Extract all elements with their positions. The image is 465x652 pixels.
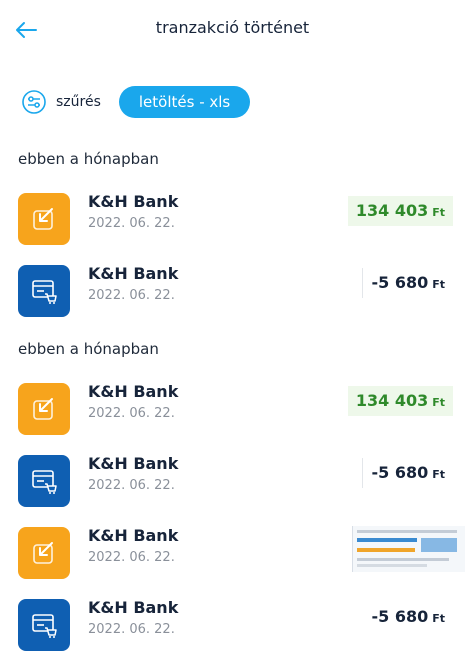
transaction-row[interactable]: K&H Bank 2022. 06. 22. -5 680 Ft (0, 594, 465, 652)
amount: 134 403 Ft (347, 386, 453, 416)
amount-value: -5 680 (371, 607, 429, 626)
amount-value: -5 680 (371, 463, 429, 482)
transaction-date: 2022. 06. 22. (88, 478, 175, 493)
toolbar: szűrés letöltés - xls (22, 86, 251, 118)
amount: -5 680 Ft (362, 458, 453, 488)
transaction-tile (18, 193, 70, 245)
transaction-date: 2022. 06. 22. (88, 622, 175, 637)
card-cart-icon (32, 614, 57, 638)
transaction-tile (18, 599, 70, 651)
transaction-row[interactable]: K&H Bank 2022. 06. 22. -5 680 Ft (0, 260, 465, 318)
amount-value: -5 680 (371, 273, 429, 292)
transaction-row[interactable]: K&H Bank 2022. 06. 22. 134 403 Ft (0, 188, 465, 246)
merchant-name: K&H Bank (88, 382, 179, 401)
transaction-date: 2022. 06. 22. (88, 406, 175, 421)
filter-label: szűrés (56, 94, 101, 110)
transaction-tile (18, 527, 70, 579)
amount: 134 403 Ft (347, 196, 453, 226)
merchant-name: K&H Bank (88, 264, 179, 283)
section-title: ebben a hónapban (18, 150, 159, 168)
amount-currency: Ft (432, 468, 445, 481)
transaction-tile (18, 265, 70, 317)
amount-currency: Ft (432, 278, 445, 291)
transaction-date: 2022. 06. 22. (88, 216, 175, 231)
amount-currency: Ft (432, 612, 445, 625)
transaction-row[interactable]: K&H Bank 2022. 06. 22. -5 680 Ft (0, 450, 465, 508)
arrow-in-icon (33, 398, 53, 420)
header-bar: tranzakció történet (0, 0, 465, 58)
amount-badge: -5 680 Ft (362, 458, 453, 488)
receipt-thumbnail[interactable] (352, 526, 465, 572)
amount: -5 680 Ft (362, 268, 453, 298)
amount-badge: 134 403 Ft (347, 386, 453, 416)
sliders-icon (22, 90, 46, 114)
download-xls-button[interactable]: letöltés - xls (118, 86, 251, 118)
card-cart-icon (32, 470, 57, 494)
merchant-name: K&H Bank (88, 192, 179, 211)
merchant-name: K&H Bank (88, 526, 179, 545)
amount-badge: -5 680 Ft (363, 602, 453, 632)
amount-currency: Ft (432, 206, 445, 219)
amount-badge: -5 680 Ft (362, 268, 453, 298)
card-cart-icon (32, 280, 57, 304)
section-title: ebben a hónapban (18, 340, 159, 358)
amount: -5 680 Ft (363, 602, 453, 632)
amount-badge: 134 403 Ft (347, 196, 453, 226)
arrow-in-icon (33, 542, 53, 564)
transaction-date: 2022. 06. 22. (88, 288, 175, 303)
transaction-tile (18, 383, 70, 435)
arrow-in-icon (33, 208, 53, 230)
transaction-date: 2022. 06. 22. (88, 550, 175, 565)
amount-value: 134 403 (355, 391, 429, 410)
merchant-name: K&H Bank (88, 454, 179, 473)
merchant-name: K&H Bank (88, 598, 179, 617)
transaction-row[interactable]: K&H Bank 2022. 06. 22. 134 403 Ft (0, 378, 465, 436)
filter-button[interactable]: szűrés (22, 90, 101, 114)
page-title: tranzakció történet (155, 18, 310, 37)
amount-value: 134 403 (355, 201, 429, 220)
transaction-tile (18, 455, 70, 507)
transaction-row[interactable]: K&H Bank 2022. 06. 22. (0, 522, 465, 580)
amount-currency: Ft (432, 396, 445, 409)
